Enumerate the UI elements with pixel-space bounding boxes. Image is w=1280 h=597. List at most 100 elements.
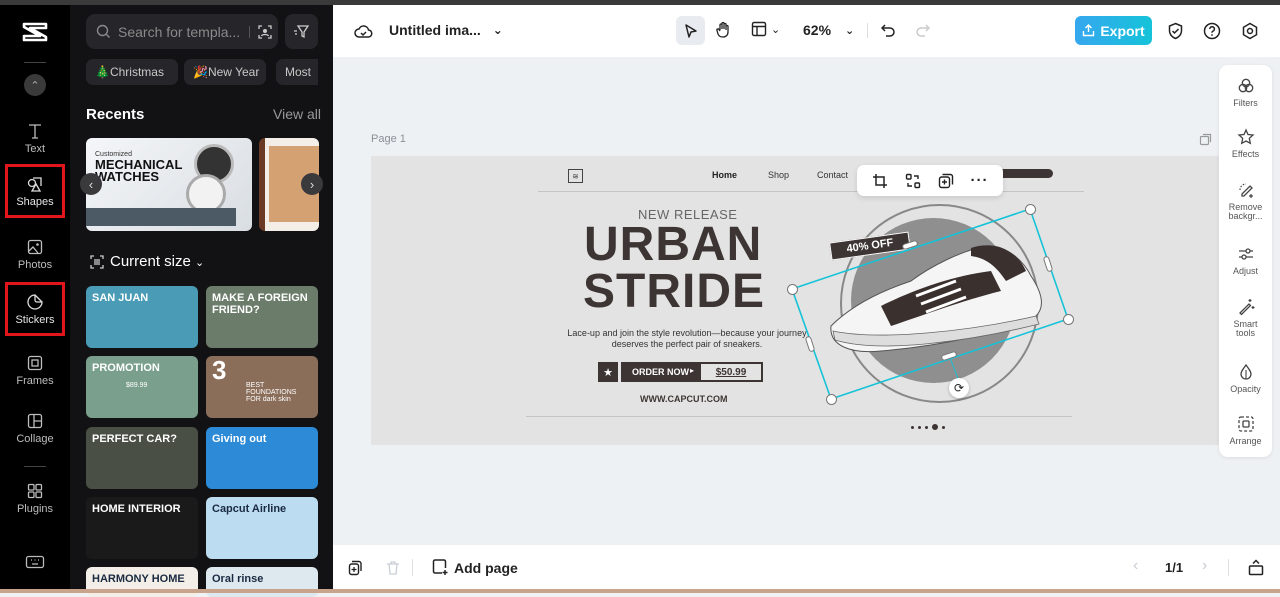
template-card[interactable]: Giving out (206, 427, 318, 489)
brand-logo-icon: ≋ (568, 169, 583, 183)
design-headline-1: URBAN (584, 218, 763, 271)
arrange-icon (1237, 416, 1254, 432)
filter-icon (294, 25, 310, 39)
filter-button[interactable] (285, 14, 318, 49)
page-indicator: 1/1 (1165, 560, 1184, 575)
current-size-dropdown[interactable]: Current size ⌄ (110, 253, 204, 270)
template-card-title: 3 (212, 356, 227, 385)
template-card[interactable]: 3 BEST FOUNDATIONS FOR dark skin (206, 356, 318, 418)
recents-next-button[interactable]: › (301, 173, 323, 195)
export-button[interactable]: Export (1075, 16, 1152, 45)
recent-template-watches[interactable]: Customized MECHANICAL WATCHES (86, 138, 252, 231)
template-card[interactable]: PROMOTION $89.99 (86, 356, 198, 418)
keyboard-shortcuts-icon[interactable] (25, 555, 45, 569)
sidebar-item-label: Collage (16, 432, 54, 445)
design-headline-2: STRIDE (583, 265, 766, 318)
select-tool-button[interactable] (676, 16, 705, 45)
chip-most[interactable]: Most (276, 59, 318, 85)
template-card[interactable]: Capcut Airline (206, 497, 318, 559)
rightbar-item-adjust[interactable]: Adjust (1219, 245, 1272, 276)
rotate-handle-icon[interactable]: ⟳ (949, 378, 969, 398)
layout-icon (751, 21, 767, 37)
resize-handle-ne[interactable] (1025, 204, 1036, 215)
duplicate-page-icon[interactable] (1199, 133, 1212, 146)
redo-icon[interactable] (915, 23, 930, 38)
design-page[interactable]: ≋ Home Shop Contact NEW RELEASE URBAN ST… (371, 156, 1221, 445)
undo-icon[interactable] (881, 23, 896, 38)
photos-icon (27, 239, 43, 254)
bottom-bar: Add page ‹ 1/1 › (333, 545, 1280, 589)
bottom-divider (1228, 559, 1229, 576)
rightbar-label: Effects (1231, 149, 1260, 159)
sidebar-item-photos[interactable]: Photos (5, 227, 65, 281)
filters-icon (1238, 78, 1253, 93)
sidebar-item-stickers[interactable]: Stickers (5, 282, 65, 336)
upload-icon (1083, 24, 1095, 37)
settings-icon[interactable] (1241, 22, 1259, 40)
resize-handle-se[interactable] (1063, 314, 1074, 325)
rightbar-label: Arrange (1229, 436, 1262, 446)
replace-icon[interactable] (905, 173, 921, 189)
duplicate-icon[interactable] (938, 173, 954, 189)
chip-new-year[interactable]: 🎉New Year (184, 59, 266, 85)
template-card-title: Oral rinse (212, 573, 264, 585)
prev-page-icon[interactable]: ‹ (1133, 557, 1138, 575)
view-all-link[interactable]: View all (273, 106, 321, 122)
magic-wand-icon (1238, 299, 1254, 316)
project-title[interactable]: Untitled ima... ⌄ (389, 22, 503, 38)
search-icon (96, 24, 110, 38)
carousel-dot (942, 425, 945, 429)
template-search-input[interactable]: Search for templa... (86, 14, 278, 49)
rightbar-label: Smart tools (1233, 319, 1258, 338)
sidebar-item-collage[interactable]: Collage (5, 401, 65, 455)
carousel-dot-active (932, 424, 938, 430)
rightbar-item-smart-tools[interactable]: Smart tools (1219, 298, 1272, 338)
delete-page-icon[interactable] (386, 560, 400, 576)
image-search-icon[interactable] (257, 24, 273, 40)
shield-check-icon[interactable] (1167, 22, 1184, 40)
template-card[interactable]: MAKE A FOREIGN FRIEND? (206, 286, 318, 348)
recents-prev-button[interactable]: ‹ (80, 173, 102, 195)
sidebar-item-frames[interactable]: Frames (5, 343, 65, 397)
sidebar-item-plugins[interactable]: Plugins (5, 471, 65, 525)
more-options-icon[interactable]: ··· (971, 172, 989, 189)
rightbar-item-remove-background[interactable]: Remove backgr... (1219, 181, 1272, 221)
plugins-icon (27, 483, 43, 498)
design-price: $50.99 (701, 364, 761, 380)
duplicate-page-icon[interactable] (348, 560, 363, 576)
element-floating-toolbar: ··· (857, 165, 1003, 196)
crop-icon[interactable] (872, 173, 888, 189)
rightbar-item-filters[interactable]: Filters (1219, 77, 1272, 108)
hand-tool-button[interactable] (715, 21, 732, 39)
rail-divider (24, 62, 46, 63)
cloud-save-icon[interactable] (354, 22, 373, 39)
collapse-rail-button[interactable]: ⌃ (24, 74, 46, 96)
help-icon[interactable] (1203, 22, 1221, 40)
export-label: Export (1100, 22, 1145, 39)
sidebar-item-shapes[interactable]: Shapes (5, 164, 65, 218)
arrow-right-icon: ▸ (690, 366, 695, 375)
sidebar-item-label: Frames (16, 374, 54, 387)
template-card-title: Giving out (212, 433, 267, 445)
zoom-dropdown[interactable]: 62% ⌄ (803, 22, 854, 38)
template-card[interactable]: PERFECT CAR? (86, 427, 198, 489)
carousel-dot (925, 425, 928, 429)
next-page-icon[interactable]: › (1202, 557, 1207, 575)
add-page-button[interactable]: Add page (432, 559, 518, 576)
layout-menu-button[interactable]: ⌄ (751, 21, 780, 37)
chip-christmas[interactable]: 🎄Christmas (86, 59, 178, 85)
rightbar-item-opacity[interactable]: Opacity (1219, 363, 1272, 394)
rightbar-item-arrange[interactable]: Arrange (1219, 415, 1272, 446)
template-card-title: SAN JUAN (92, 292, 149, 304)
rightbar-item-effects[interactable]: Effects (1219, 128, 1272, 159)
top-bar: Untitled ima... ⌄ ⌄ 62% ⌄ Export (333, 5, 1280, 57)
current-size-icon (90, 255, 104, 269)
resize-handle-nw[interactable] (787, 284, 798, 295)
template-card[interactable]: SAN JUAN (86, 286, 198, 348)
expand-pages-icon[interactable] (1248, 559, 1264, 576)
resize-handle-sw[interactable] (826, 394, 837, 405)
stickers-icon (27, 293, 43, 310)
sidebar-item-text[interactable]: Text (5, 111, 65, 165)
template-card[interactable]: HOME INTERIOR (86, 497, 198, 559)
chevron-down-icon: ⌄ (195, 257, 205, 269)
